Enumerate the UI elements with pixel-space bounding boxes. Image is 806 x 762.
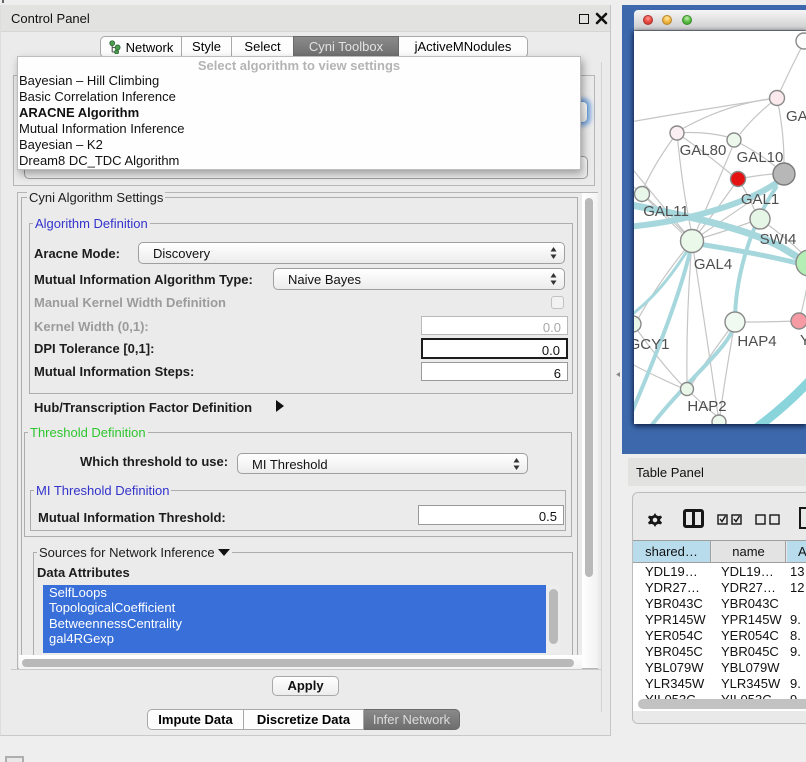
svg-text:GAL4: GAL4	[694, 256, 732, 273]
svg-text:HAP4: HAP4	[737, 333, 776, 350]
svg-text:GAL1: GAL1	[741, 191, 779, 208]
svg-text:HAP2: HAP2	[687, 398, 726, 415]
svg-text:GAL10: GAL10	[737, 149, 784, 166]
svg-text:GCY1: GCY1	[634, 336, 669, 353]
svg-text:GAL: GAL	[786, 108, 806, 125]
svg-text:SWI4: SWI4	[760, 231, 797, 248]
svg-text:Y: Y	[800, 332, 806, 349]
svg-text:GAL80: GAL80	[680, 142, 727, 159]
svg-text:GAL11: GAL11	[643, 203, 689, 220]
